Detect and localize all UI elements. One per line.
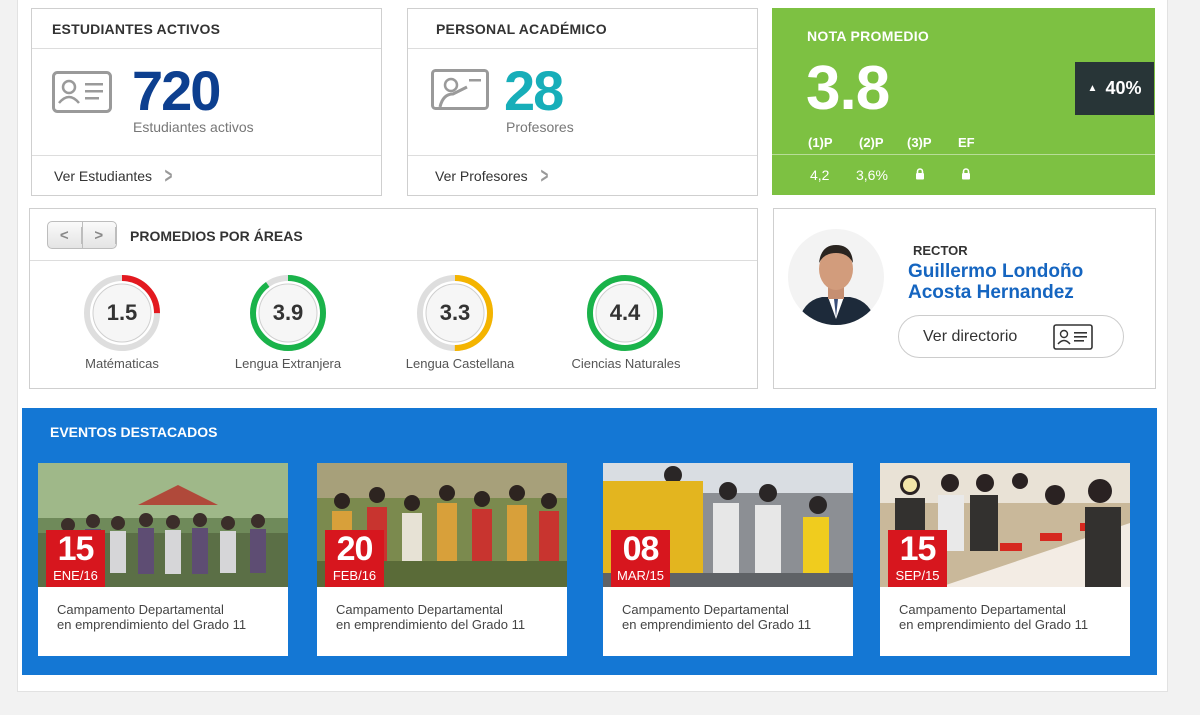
event-description: Campamento Departamental en emprendimien… <box>899 602 1119 632</box>
id-card-icon <box>1053 324 1093 350</box>
view-staff-label: Ver Profesores <box>435 167 528 184</box>
period-3-label: (3)P <box>907 135 932 150</box>
area-pager: < > <box>47 221 117 249</box>
gauge-label: Ciencias Naturales <box>571 356 681 371</box>
event-subtitle: en emprendimiento del Grado 11 <box>899 617 1089 632</box>
students-count: 720 <box>132 59 221 122</box>
event-card[interactable]: 15 SEP/15 Campamento Departamental en em… <box>880 463 1130 656</box>
grade-change-badge: ▲ 40% <box>1075 62 1154 115</box>
event-subtitle: en emprendimiento del Grado 11 <box>622 617 812 632</box>
event-day: 08 <box>622 530 660 568</box>
event-description: Campamento Departamental en emprendimien… <box>336 602 556 632</box>
gauge-lengua-castellana: 3.3 <box>415 273 495 353</box>
period-2-label: (2)P <box>859 135 884 150</box>
lock-icon <box>962 168 970 180</box>
gauge-value: 4.4 <box>609 300 641 325</box>
rector-card: RECTOR Guillermo Londoño Acosta Hernande… <box>773 208 1156 389</box>
chevron-right-icon: > <box>164 162 173 188</box>
event-day: 15 <box>899 530 937 568</box>
event-day: 20 <box>336 530 374 568</box>
staff-count: 28 <box>504 59 564 122</box>
event-day: 15 <box>57 530 95 568</box>
gauge-label: Lengua Castellana <box>405 356 515 371</box>
featured-events-title: EVENTOS DESTACADOS <box>50 424 218 440</box>
event-description: Campamento Departamental en emprendimien… <box>57 602 277 632</box>
event-title: Campamento Departamental <box>336 602 503 617</box>
event-month: SEP/15 <box>895 568 940 583</box>
rector-name-line1: Guillermo Londoño <box>908 261 1084 282</box>
gauge-value: 3.9 <box>272 300 304 325</box>
chevron-right-icon: > <box>540 162 548 188</box>
event-date-badge: 15 ENE/16 <box>46 530 105 587</box>
rector-role: RECTOR <box>913 243 968 258</box>
event-month: FEB/16 <box>332 568 377 583</box>
event-subtitle: en emprendimiento del Grado 11 <box>336 617 526 632</box>
period-1-label: (1)P <box>808 135 833 150</box>
gauge-value: 3.3 <box>439 300 471 325</box>
gauge-value: 1.5 <box>106 300 138 325</box>
average-grade-value: 3.8 <box>806 54 890 123</box>
final-exam-label: EF <box>958 135 975 150</box>
view-directory-button[interactable]: Ver directorio <box>898 315 1124 358</box>
period-1-value: 4,2 <box>810 167 830 183</box>
event-description: Campamento Departamental en emprendimien… <box>622 602 842 632</box>
students-card: ESTUDIANTES ACTIVOS 720 Estudiantes acti… <box>31 8 382 196</box>
id-card-icon <box>52 71 112 113</box>
gauge-ciencias-naturales: 4.4 <box>585 273 665 353</box>
period-divider <box>772 154 1155 155</box>
chevron-left-icon: < <box>48 226 82 244</box>
period-2-value: 3,6% <box>856 167 888 183</box>
staff-subtitle: Profesores <box>506 119 574 135</box>
event-month: ENE/16 <box>53 568 98 583</box>
view-students-label: Ver Estudiantes <box>54 167 153 184</box>
event-title: Campamento Departamental <box>57 602 224 617</box>
featured-events: EVENTOS DESTACADOS 15 ENE/16 Campamento … <box>22 408 1157 675</box>
event-title: Campamento Departamental <box>899 602 1066 617</box>
event-card[interactable]: 15 ENE/16 Campamento Departamental en em… <box>38 463 288 656</box>
lock-icon <box>916 168 924 180</box>
students-subtitle: Estudiantes activos <box>133 119 254 135</box>
gauge-label: Lengua Extranjera <box>234 356 342 371</box>
rector-name: Guillermo Londoño Acosta Hernandez <box>908 261 1083 303</box>
event-card[interactable]: 08 MAR/15 Campamento Departamental en em… <box>603 463 853 656</box>
prev-button[interactable]: < <box>48 222 83 248</box>
average-grade-card: NOTA PROMEDIO 3.8 ▲ 40% (1)P (2)P (3)P E… <box>772 8 1155 195</box>
staff-card-title: PERSONAL ACADÉMICO <box>408 9 757 49</box>
teacher-board-icon <box>431 69 489 110</box>
view-students-link[interactable]: Ver Estudiantes > <box>32 155 381 195</box>
event-month: MAR/15 <box>617 568 664 583</box>
students-card-title: ESTUDIANTES ACTIVOS <box>32 9 381 49</box>
rector-name-line2: Acosta Hernandez <box>908 282 1074 303</box>
event-date-badge: 15 SEP/15 <box>888 530 947 587</box>
event-date-badge: 20 FEB/16 <box>325 530 384 587</box>
area-averages-divider <box>30 260 757 261</box>
gauge-matematicas: 1.5 <box>82 273 162 353</box>
event-title: Campamento Departamental <box>622 602 789 617</box>
event-date-badge: 08 MAR/15 <box>611 530 670 587</box>
event-subtitle: en emprendimiento del Grado 11 <box>57 617 247 632</box>
area-averages-title: PROMEDIOS POR ÁREAS <box>130 228 303 244</box>
rector-avatar <box>788 229 884 325</box>
gauge-label: Matématicas <box>85 356 159 371</box>
grade-change-value: 40% <box>1105 78 1142 98</box>
average-grade-title: NOTA PROMEDIO <box>807 28 930 44</box>
triangle-up-icon: ▲ <box>1087 83 1098 94</box>
gauge-lengua-extranjera: 3.9 <box>248 273 328 353</box>
next-button[interactable]: > <box>83 222 116 248</box>
staff-card: PERSONAL ACADÉMICO 28 Profesores Ver Pro… <box>407 8 758 196</box>
event-card[interactable]: 20 FEB/16 Campamento Departamental en em… <box>317 463 567 656</box>
view-staff-link[interactable]: Ver Profesores > <box>408 155 757 195</box>
chevron-right-icon: > <box>83 226 116 244</box>
view-directory-label: Ver directorio <box>923 327 1018 345</box>
area-averages-card: < > PROMEDIOS POR ÁREAS 1.5 Matématicas … <box>29 208 758 389</box>
